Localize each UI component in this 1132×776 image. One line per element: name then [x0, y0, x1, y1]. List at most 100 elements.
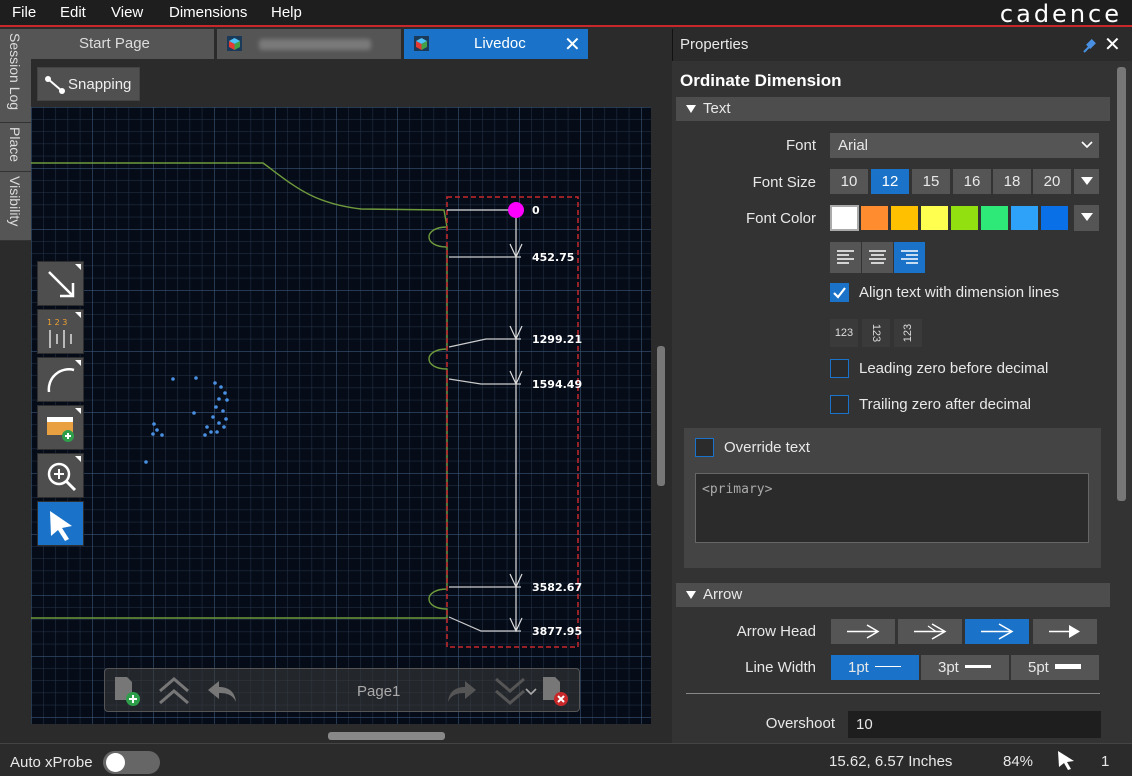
color-swatch-orange[interactable]: [860, 205, 889, 231]
snapping-button[interactable]: Snapping: [37, 67, 140, 101]
line-width-3pt-label: 3pt: [938, 659, 959, 676]
overshoot-value: 10: [856, 716, 873, 733]
zoom-tool[interactable]: [37, 453, 84, 498]
font-size-option[interactable]: 15: [912, 169, 950, 194]
color-more-button[interactable]: [1074, 205, 1099, 231]
override-text-checkbox[interactable]: [695, 438, 714, 457]
first-page-icon[interactable]: [157, 675, 191, 707]
close-icon[interactable]: ✕: [564, 32, 581, 57]
previous-page-icon[interactable]: [205, 677, 239, 705]
dimension-label: 1299.21: [532, 333, 583, 346]
align-right-button[interactable]: [894, 242, 925, 273]
properties-scrollbar[interactable]: [1117, 67, 1126, 501]
select-tool[interactable]: [37, 501, 84, 546]
color-swatch-white[interactable]: [830, 205, 859, 231]
drawing-canvas[interactable]: 0 452.75 1299.21 1594.49 3582.67 3877.95: [31, 107, 651, 724]
font-select[interactable]: Arial: [830, 133, 1099, 158]
document-tab-strip: Start Page Livedoc ✕: [31, 29, 672, 59]
svg-text:1 2 3: 1 2 3: [47, 318, 67, 327]
canvas-area: Snapping 0 452.75 1299.21 1594.49 3582.6…: [31, 59, 672, 743]
add-image-tool[interactable]: [37, 405, 84, 450]
properties-title: Properties: [680, 36, 749, 53]
menu-edit[interactable]: Edit: [60, 4, 86, 21]
arrow-head-barbed-button[interactable]: [898, 619, 962, 644]
barbed-arrow-icon: [914, 623, 947, 640]
canvas-vertical-scrollbar[interactable]: [657, 346, 665, 486]
snapping-label: Snapping: [68, 76, 132, 93]
filled-arrow-icon: [1049, 625, 1080, 638]
color-swatch-lime[interactable]: [950, 205, 979, 231]
status-bar: Auto xProbe 15.62, 6.57 Inches 84% 1: [0, 743, 1132, 776]
leading-zero-checkbox[interactable]: [830, 359, 849, 378]
line-width-5pt-label: 5pt: [1028, 659, 1049, 676]
menu-dimensions[interactable]: Dimensions: [169, 4, 247, 21]
open-arrow-icon: [847, 624, 880, 639]
overshoot-input[interactable]: 10: [848, 711, 1101, 738]
arrow-head-standard-button[interactable]: [965, 619, 1029, 644]
color-swatch-yellow[interactable]: [920, 205, 949, 231]
orientation-rotate-270-button[interactable]: 123: [894, 319, 922, 347]
arc-tool[interactable]: [37, 357, 84, 402]
properties-body: Ordinate Dimension Text Font Arial Font …: [672, 61, 1117, 743]
text-section-header[interactable]: Text: [676, 97, 1110, 121]
side-tab-visibility[interactable]: Visibility: [0, 172, 31, 241]
font-size-option[interactable]: 20: [1033, 169, 1071, 194]
ordinate-dimension-tool[interactable]: 1 2 3: [37, 309, 84, 354]
font-size-option[interactable]: 12: [871, 169, 909, 194]
next-page-icon[interactable]: [445, 677, 479, 705]
redacted-tab-title: [259, 39, 371, 50]
line-width-3pt-button[interactable]: 3pt: [921, 655, 1009, 680]
delete-page-icon[interactable]: [539, 674, 571, 708]
override-text-group: Override text <primary>: [684, 428, 1101, 568]
trailing-zero-checkbox[interactable]: [830, 395, 849, 414]
leading-zero-label: Leading zero before decimal: [859, 360, 1049, 377]
side-tab-session-log[interactable]: Session Log: [0, 29, 31, 123]
orientation-rotate-90-button[interactable]: 123: [862, 319, 890, 347]
line-width-1pt-label: 1pt: [848, 659, 869, 676]
color-swatch-blue[interactable]: [1040, 205, 1069, 231]
align-text-checkbox[interactable]: [830, 283, 849, 302]
menu-view[interactable]: View: [111, 4, 143, 21]
color-swatch-green[interactable]: [980, 205, 1009, 231]
dimension-label: 452.75: [532, 251, 575, 264]
align-left-button[interactable]: [830, 242, 861, 273]
page-navigator: Page1: [104, 668, 580, 712]
tab-livedoc[interactable]: Livedoc ✕: [404, 29, 588, 59]
font-size-label: Font Size: [752, 174, 816, 191]
color-swatch-sky-blue[interactable]: [1010, 205, 1039, 231]
font-size-option[interactable]: 18: [993, 169, 1031, 194]
override-text-input[interactable]: <primary>: [695, 473, 1089, 543]
arrow-head-filled-button[interactable]: [1033, 619, 1097, 644]
align-center-button[interactable]: [862, 242, 893, 273]
add-page-icon[interactable]: [111, 674, 143, 708]
font-size-option[interactable]: 16: [953, 169, 991, 194]
line-width-5pt-button[interactable]: 5pt: [1011, 655, 1099, 680]
close-icon[interactable]: ✕: [1104, 32, 1121, 57]
diagonal-arrow-tool[interactable]: [37, 261, 84, 306]
orientation-horizontal-button[interactable]: 123: [830, 319, 858, 347]
menu-help[interactable]: Help: [271, 4, 302, 21]
arrow-section-header[interactable]: Arrow: [676, 583, 1110, 607]
auto-xprobe-toggle[interactable]: [103, 751, 160, 774]
cursor-pointer-icon: [1058, 751, 1074, 770]
trailing-zero-label: Trailing zero after decimal: [859, 396, 1032, 413]
flyout-indicator-icon: [75, 360, 81, 366]
side-tab-place[interactable]: Place: [0, 123, 31, 172]
tab-start-page[interactable]: Start Page: [31, 29, 214, 59]
flyout-indicator-icon: [75, 456, 81, 462]
color-swatch-amber[interactable]: [890, 205, 919, 231]
tab-hidden-document[interactable]: [217, 29, 401, 59]
menu-file[interactable]: File: [12, 4, 36, 21]
side-tab-place-label: Place: [7, 127, 23, 163]
line-width-1pt-button[interactable]: 1pt: [831, 655, 919, 680]
dimension-label: 3582.67: [532, 581, 583, 594]
arrow-head-open-button[interactable]: [831, 619, 895, 644]
toggle-knob: [106, 753, 125, 772]
last-page-icon[interactable]: [493, 675, 527, 707]
font-size-option[interactable]: 10: [830, 169, 868, 194]
canvas-horizontal-scrollbar[interactable]: [328, 732, 445, 740]
dimension-origin-handle[interactable]: [508, 202, 524, 218]
pin-icon[interactable]: [1081, 37, 1099, 55]
font-size-more-button[interactable]: [1074, 169, 1099, 194]
zoom-level: 84%: [1003, 753, 1034, 770]
